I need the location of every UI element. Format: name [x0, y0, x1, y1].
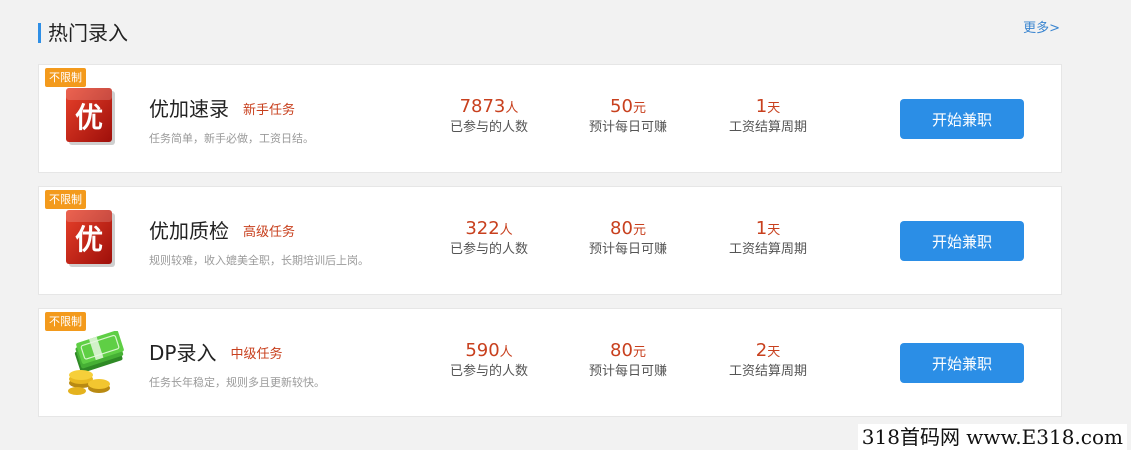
- pay-cycle-label: 工资结算周期: [728, 364, 807, 379]
- pay-cycle-unit: 天: [767, 345, 781, 360]
- task-name-text: 优加质检: [149, 219, 229, 243]
- task-name-text: 优加速录: [149, 97, 229, 121]
- task-name-text: DP录入: [149, 341, 217, 365]
- daily-earning-value: 50: [610, 96, 633, 117]
- section-title: 热门录入: [48, 21, 128, 45]
- svg-text:优: 优: [75, 223, 103, 256]
- participants-value: 322: [465, 218, 500, 239]
- daily-earning-value: 80: [610, 340, 633, 361]
- pay-cycle-unit: 天: [767, 223, 781, 238]
- title-accent-bar: [38, 23, 41, 43]
- unlimited-badge: 不限制: [45, 312, 86, 331]
- daily-earning-label: 预计每日可赚: [588, 242, 667, 257]
- pay-cycle-stat: 2天 工资结算周期: [703, 340, 833, 380]
- task-card: 不限制 优 优加速录 新手任务 任务简单，新手必做，工资日结。 7873人 已参与…: [38, 64, 1062, 173]
- start-job-button[interactable]: 开始兼职: [900, 99, 1024, 139]
- svg-text:优: 优: [75, 101, 103, 134]
- daily-earning-stat: 80元 预计每日可赚: [563, 340, 693, 380]
- page: 热门录入 更多> 不限制 优 优加速录 新手任务 任务简单，新手必做，工资日结。 …: [0, 0, 1131, 450]
- daily-earning-stat: 50元 预计每日可赚: [563, 96, 693, 136]
- daily-earning-stat: 80元 预计每日可赚: [563, 218, 693, 258]
- more-link[interactable]: 更多>: [1023, 20, 1060, 38]
- task-level: 高级任务: [243, 225, 296, 240]
- pay-cycle-value: 2: [755, 340, 768, 361]
- unlimited-badge: 不限制: [45, 190, 86, 209]
- participants-label: 已参与的人数: [449, 364, 528, 379]
- pay-cycle-value: 1: [755, 96, 768, 117]
- daily-earning-label: 预计每日可赚: [588, 120, 667, 135]
- task-level: 新手任务: [243, 103, 296, 118]
- participants-label: 已参与的人数: [449, 120, 528, 135]
- pay-cycle-label: 工资结算周期: [728, 120, 807, 135]
- participants-value: 590: [465, 340, 500, 361]
- participants-stat: 7873人 已参与的人数: [424, 96, 554, 136]
- pay-cycle-value: 1: [755, 218, 768, 239]
- participants-unit: 人: [499, 345, 513, 360]
- you-logo-icon: 优: [66, 88, 115, 145]
- pay-cycle-label: 工资结算周期: [728, 242, 807, 257]
- pay-cycle-stat: 1天 工资结算周期: [703, 218, 833, 258]
- site-watermark: 318首码网 www.E318.com: [857, 424, 1127, 450]
- task-name: 优加质检 高级任务: [149, 218, 295, 246]
- participants-label: 已参与的人数: [449, 242, 528, 257]
- task-card: 不限制 DP录入 中级任务 任务长年稳定，规则多且更新较快。 590人 已参与的人…: [38, 308, 1062, 417]
- participants-value: 7873: [459, 96, 506, 117]
- participants-stat: 322人 已参与的人数: [424, 218, 554, 258]
- start-job-button[interactable]: 开始兼职: [900, 221, 1024, 261]
- task-description: 规则较难，收入媲美全职，长期培训后上岗。: [149, 254, 369, 267]
- you-logo-icon: 优: [66, 210, 115, 267]
- daily-earning-unit: 元: [632, 223, 646, 238]
- participants-stat: 590人 已参与的人数: [424, 340, 554, 380]
- pay-cycle-stat: 1天 工资结算周期: [703, 96, 833, 136]
- task-name: DP录入 中级任务: [149, 340, 282, 368]
- daily-earning-label: 预计每日可赚: [588, 364, 667, 379]
- task-level: 中级任务: [230, 347, 283, 362]
- participants-unit: 人: [499, 223, 513, 238]
- task-card: 不限制 优 优加质检 高级任务 规则较难，收入媲美全职，长期培训后上岗。 322人…: [38, 186, 1062, 295]
- section-header: 热门录入 更多>: [38, 20, 1062, 46]
- daily-earning-unit: 元: [632, 101, 646, 116]
- money-coins-icon: [68, 331, 124, 395]
- task-name: 优加速录 新手任务: [149, 96, 295, 124]
- task-description: 任务长年稳定，规则多且更新较快。: [149, 376, 325, 389]
- pay-cycle-unit: 天: [767, 101, 781, 116]
- unlimited-badge: 不限制: [45, 68, 86, 87]
- daily-earning-unit: 元: [632, 345, 646, 360]
- daily-earning-value: 80: [610, 218, 633, 239]
- task-description: 任务简单，新手必做，工资日结。: [149, 132, 314, 145]
- start-job-button[interactable]: 开始兼职: [900, 343, 1024, 383]
- participants-unit: 人: [505, 101, 519, 116]
